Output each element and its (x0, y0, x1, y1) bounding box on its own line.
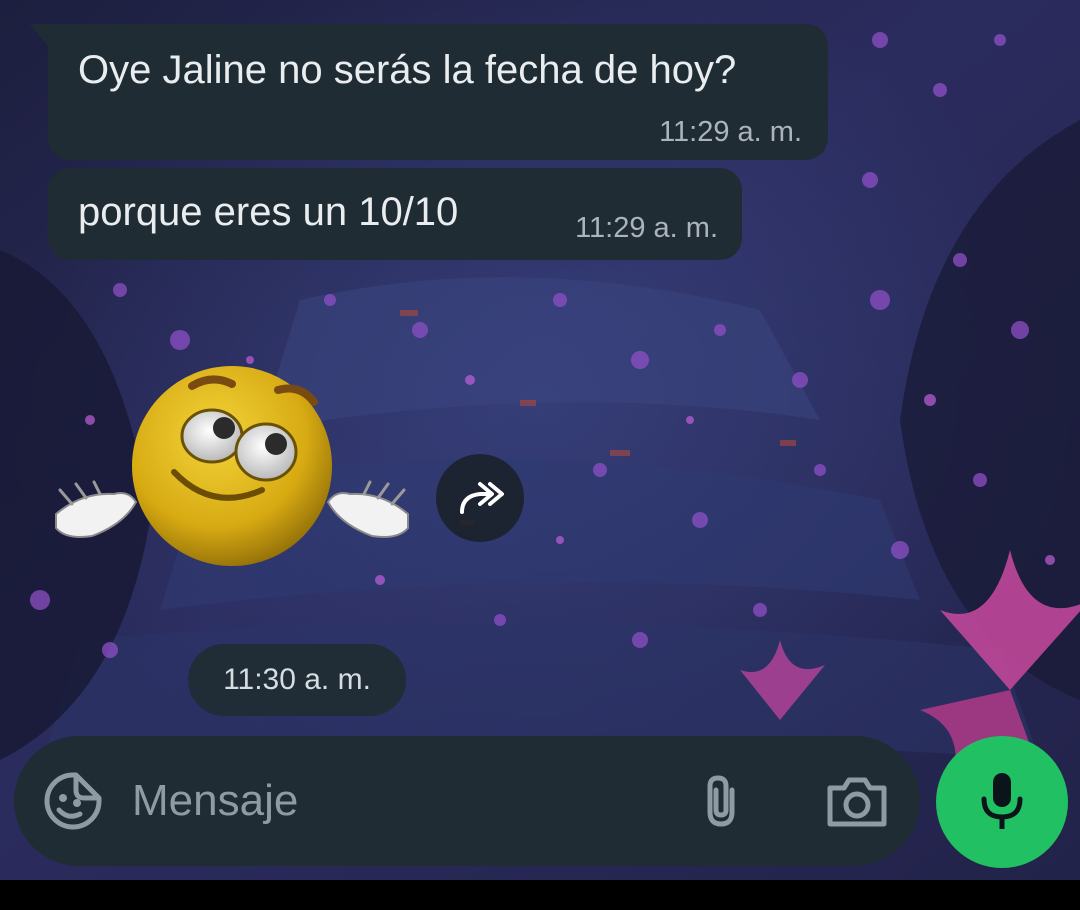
chat-screen: Oye Jaline no serás la fecha de hoy? 11:… (0, 0, 1080, 880)
sticker-timestamp: 11:30 a. m. (188, 644, 406, 716)
message-text: Oye Jaline no serás la fecha de hoy? (78, 48, 737, 92)
shrugging-emoji-sticker[interactable] (52, 364, 412, 574)
sticker-smiley-icon[interactable] (42, 770, 104, 832)
message-bubble[interactable]: porque eres un 10/10 11:29 a. m. (48, 168, 742, 260)
camera-icon[interactable] (824, 774, 890, 830)
microphone-button[interactable] (936, 736, 1068, 868)
bubble-tail (30, 24, 48, 46)
message-text: porque eres un 10/10 (78, 190, 459, 234)
microphone-icon (981, 773, 1023, 829)
message-timestamp: 11:29 a. m. (575, 212, 718, 244)
message-bubble[interactable]: Oye Jaline no serás la fecha de hoy? 11:… (30, 24, 828, 160)
message-input[interactable] (132, 766, 672, 836)
forward-icon (460, 482, 504, 514)
paperclip-icon[interactable] (696, 772, 746, 830)
message-composer (14, 736, 920, 866)
message-timestamp: 11:29 a. m. (659, 116, 802, 148)
system-navigation-bar (0, 880, 1080, 910)
forward-button[interactable] (436, 454, 524, 542)
